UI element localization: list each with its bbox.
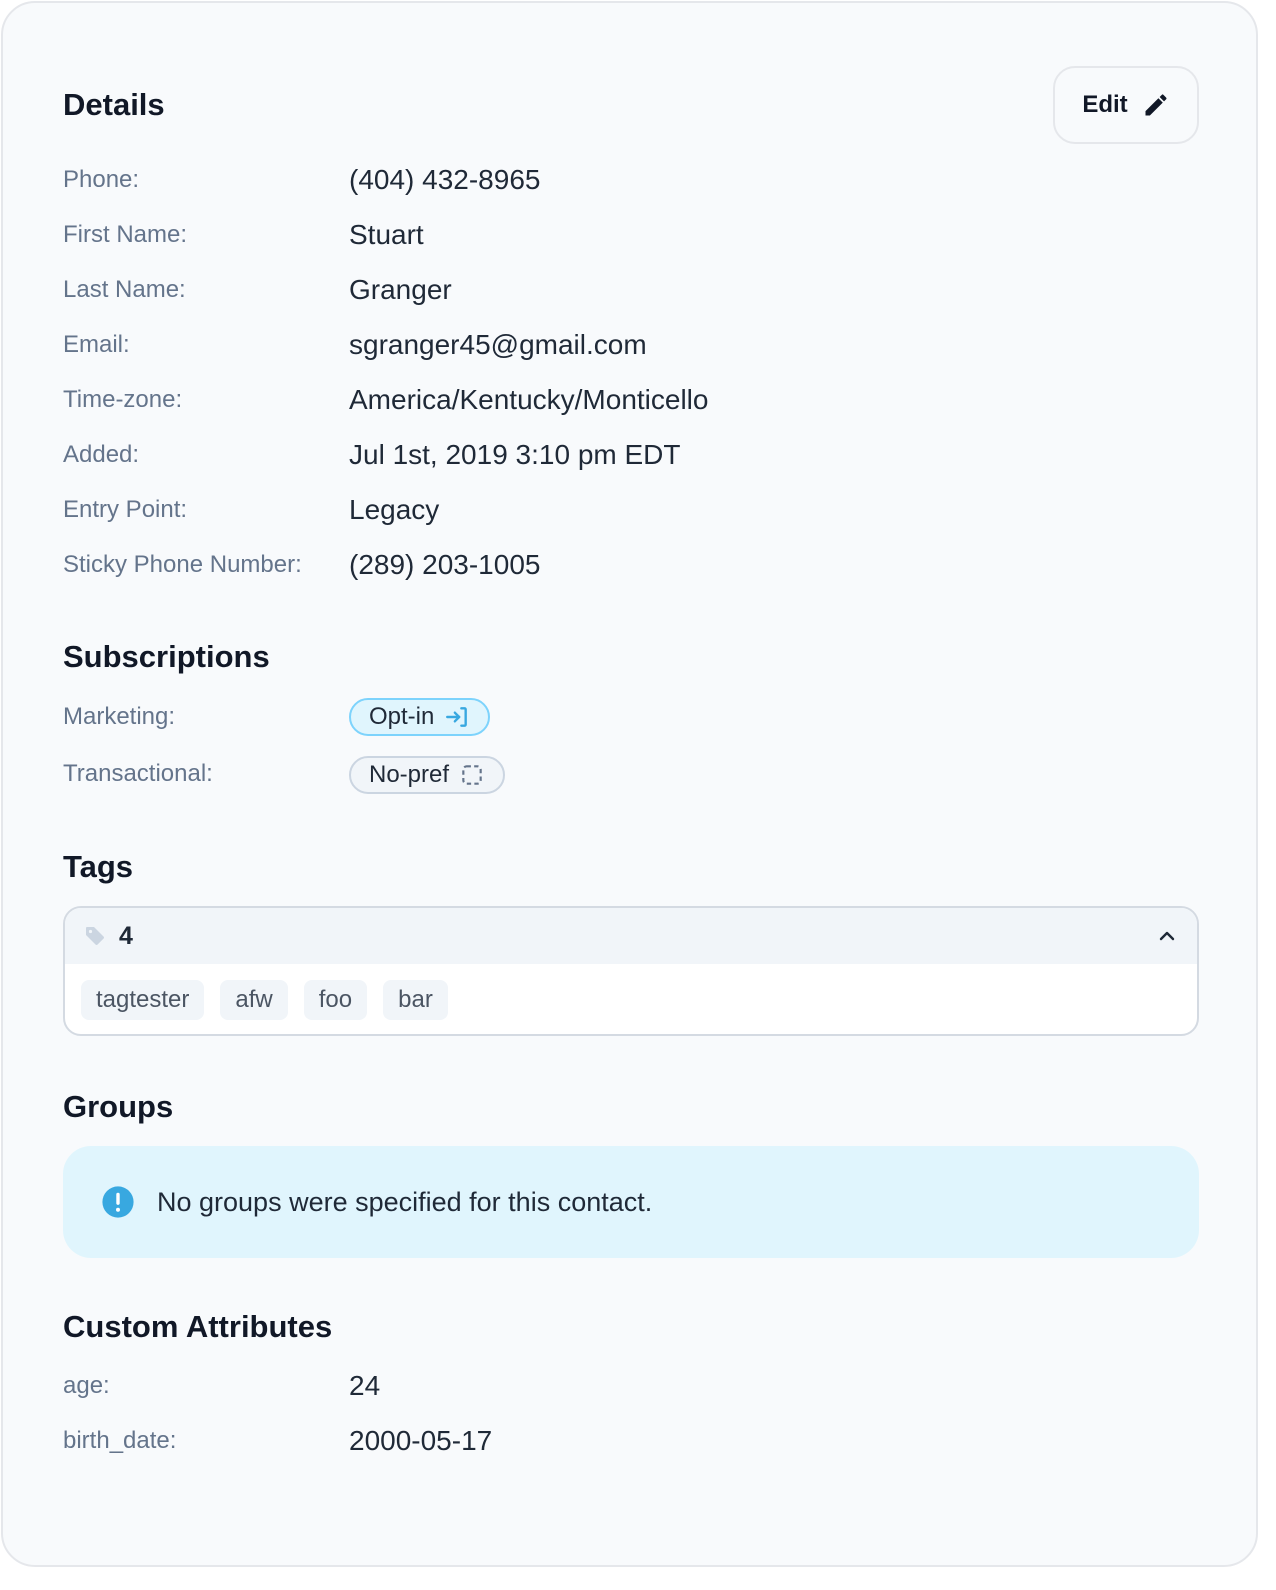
detail-row-first-name: First Name: Stuart (63, 215, 1199, 255)
subscription-label: Marketing: (63, 703, 176, 730)
subscription-row-marketing: Marketing: (63, 697, 1199, 737)
detail-value: America/Kentucky/Monticello (349, 384, 709, 415)
tags-title: Tags (63, 849, 134, 884)
detail-value: Granger (349, 274, 452, 305)
detail-label: Time-zone: (63, 386, 183, 413)
custom-attributes-title: Custom Attributes (63, 1309, 333, 1344)
edit-button[interactable]: Edit (1053, 66, 1199, 144)
detail-row-time-zone: Time-zone: America/Kentucky/Monticello (63, 380, 1199, 420)
pencil-icon (1145, 94, 1167, 116)
subscription-label: Transactional: (63, 760, 213, 787)
detail-value: Jul 1st, 2019 3:10 pm EDT (349, 439, 681, 470)
custom-attribute-value: 2000-05-17 (349, 1425, 493, 1456)
detail-value: (289) 203-1005 (349, 549, 541, 580)
detail-row-email: Email: sgranger45@gmail.com (63, 325, 1199, 365)
detail-row-added: Added: Jul 1st, 2019 3:10 pm EDT (63, 435, 1199, 475)
detail-value: sgranger45@gmail.com (349, 329, 647, 360)
subscription-row-transactional: Transactional: (63, 754, 1199, 794)
detail-value: Legacy (349, 494, 440, 525)
tags-panel: 4 tagtester afw foo bar (63, 906, 1199, 1036)
tag-chip[interactable]: tagtester (81, 980, 205, 1020)
detail-label: Added: (63, 441, 140, 468)
groups-empty-message: No groups were specified for this contac… (157, 1186, 653, 1217)
tag-chip[interactable]: afw (220, 980, 288, 1020)
detail-label: Phone: (63, 166, 140, 193)
custom-attribute-row-age: age: 24 (63, 1366, 1199, 1406)
detail-label: Sticky Phone Number: (63, 551, 302, 578)
groups-title: Groups (63, 1089, 174, 1124)
chevron-up-icon[interactable] (1155, 924, 1179, 948)
tags-list: tagtester afw foo bar (65, 964, 1197, 1034)
tag-chip[interactable]: foo (303, 980, 368, 1020)
tag-chip[interactable]: bar (383, 980, 448, 1020)
detail-value: (404) 432-8965 (349, 164, 541, 195)
custom-attribute-row-birth-date: birth_date: 2000-05-17 (63, 1421, 1199, 1461)
contact-card: Details Edit Phone: (404) 432-8965 First… (1, 1, 1258, 1567)
marketing-status-label: Opt-in (369, 703, 435, 730)
groups-empty-alert: No groups were specified for this contac… (63, 1146, 1199, 1258)
custom-attribute-label: birth_date: (63, 1427, 177, 1454)
details-title: Details (63, 87, 165, 122)
transactional-status-badge[interactable]: No-pref (349, 756, 506, 794)
info-exclamation-icon (102, 1186, 134, 1218)
tags-count: 4 (119, 921, 133, 950)
marketing-status-badge[interactable]: Opt-in (349, 698, 491, 736)
tags-panel-header[interactable]: 4 (65, 908, 1197, 964)
detail-row-last-name: Last Name: Granger (63, 270, 1199, 310)
detail-label: Email: (63, 331, 130, 358)
custom-attribute-value: 24 (349, 1370, 381, 1401)
detail-row-entry-point: Entry Point: Legacy (63, 490, 1199, 530)
edit-button-label: Edit (1082, 91, 1128, 118)
detail-label: Last Name: (63, 276, 186, 303)
dashed-square-icon (462, 765, 482, 785)
detail-value: Stuart (349, 219, 424, 250)
detail-row-phone: Phone: (404) 432-8965 (63, 160, 1199, 200)
sign-in-arrow-icon (446, 707, 468, 727)
tag-icon (86, 927, 104, 945)
detail-label: Entry Point: (63, 496, 188, 523)
detail-row-sticky-phone: Sticky Phone Number: (289) 203-1005 (63, 545, 1199, 585)
custom-attribute-label: age: (63, 1372, 110, 1399)
detail-label: First Name: (63, 221, 188, 248)
subscriptions-title: Subscriptions (63, 639, 270, 674)
transactional-status-label: No-pref (369, 761, 450, 788)
